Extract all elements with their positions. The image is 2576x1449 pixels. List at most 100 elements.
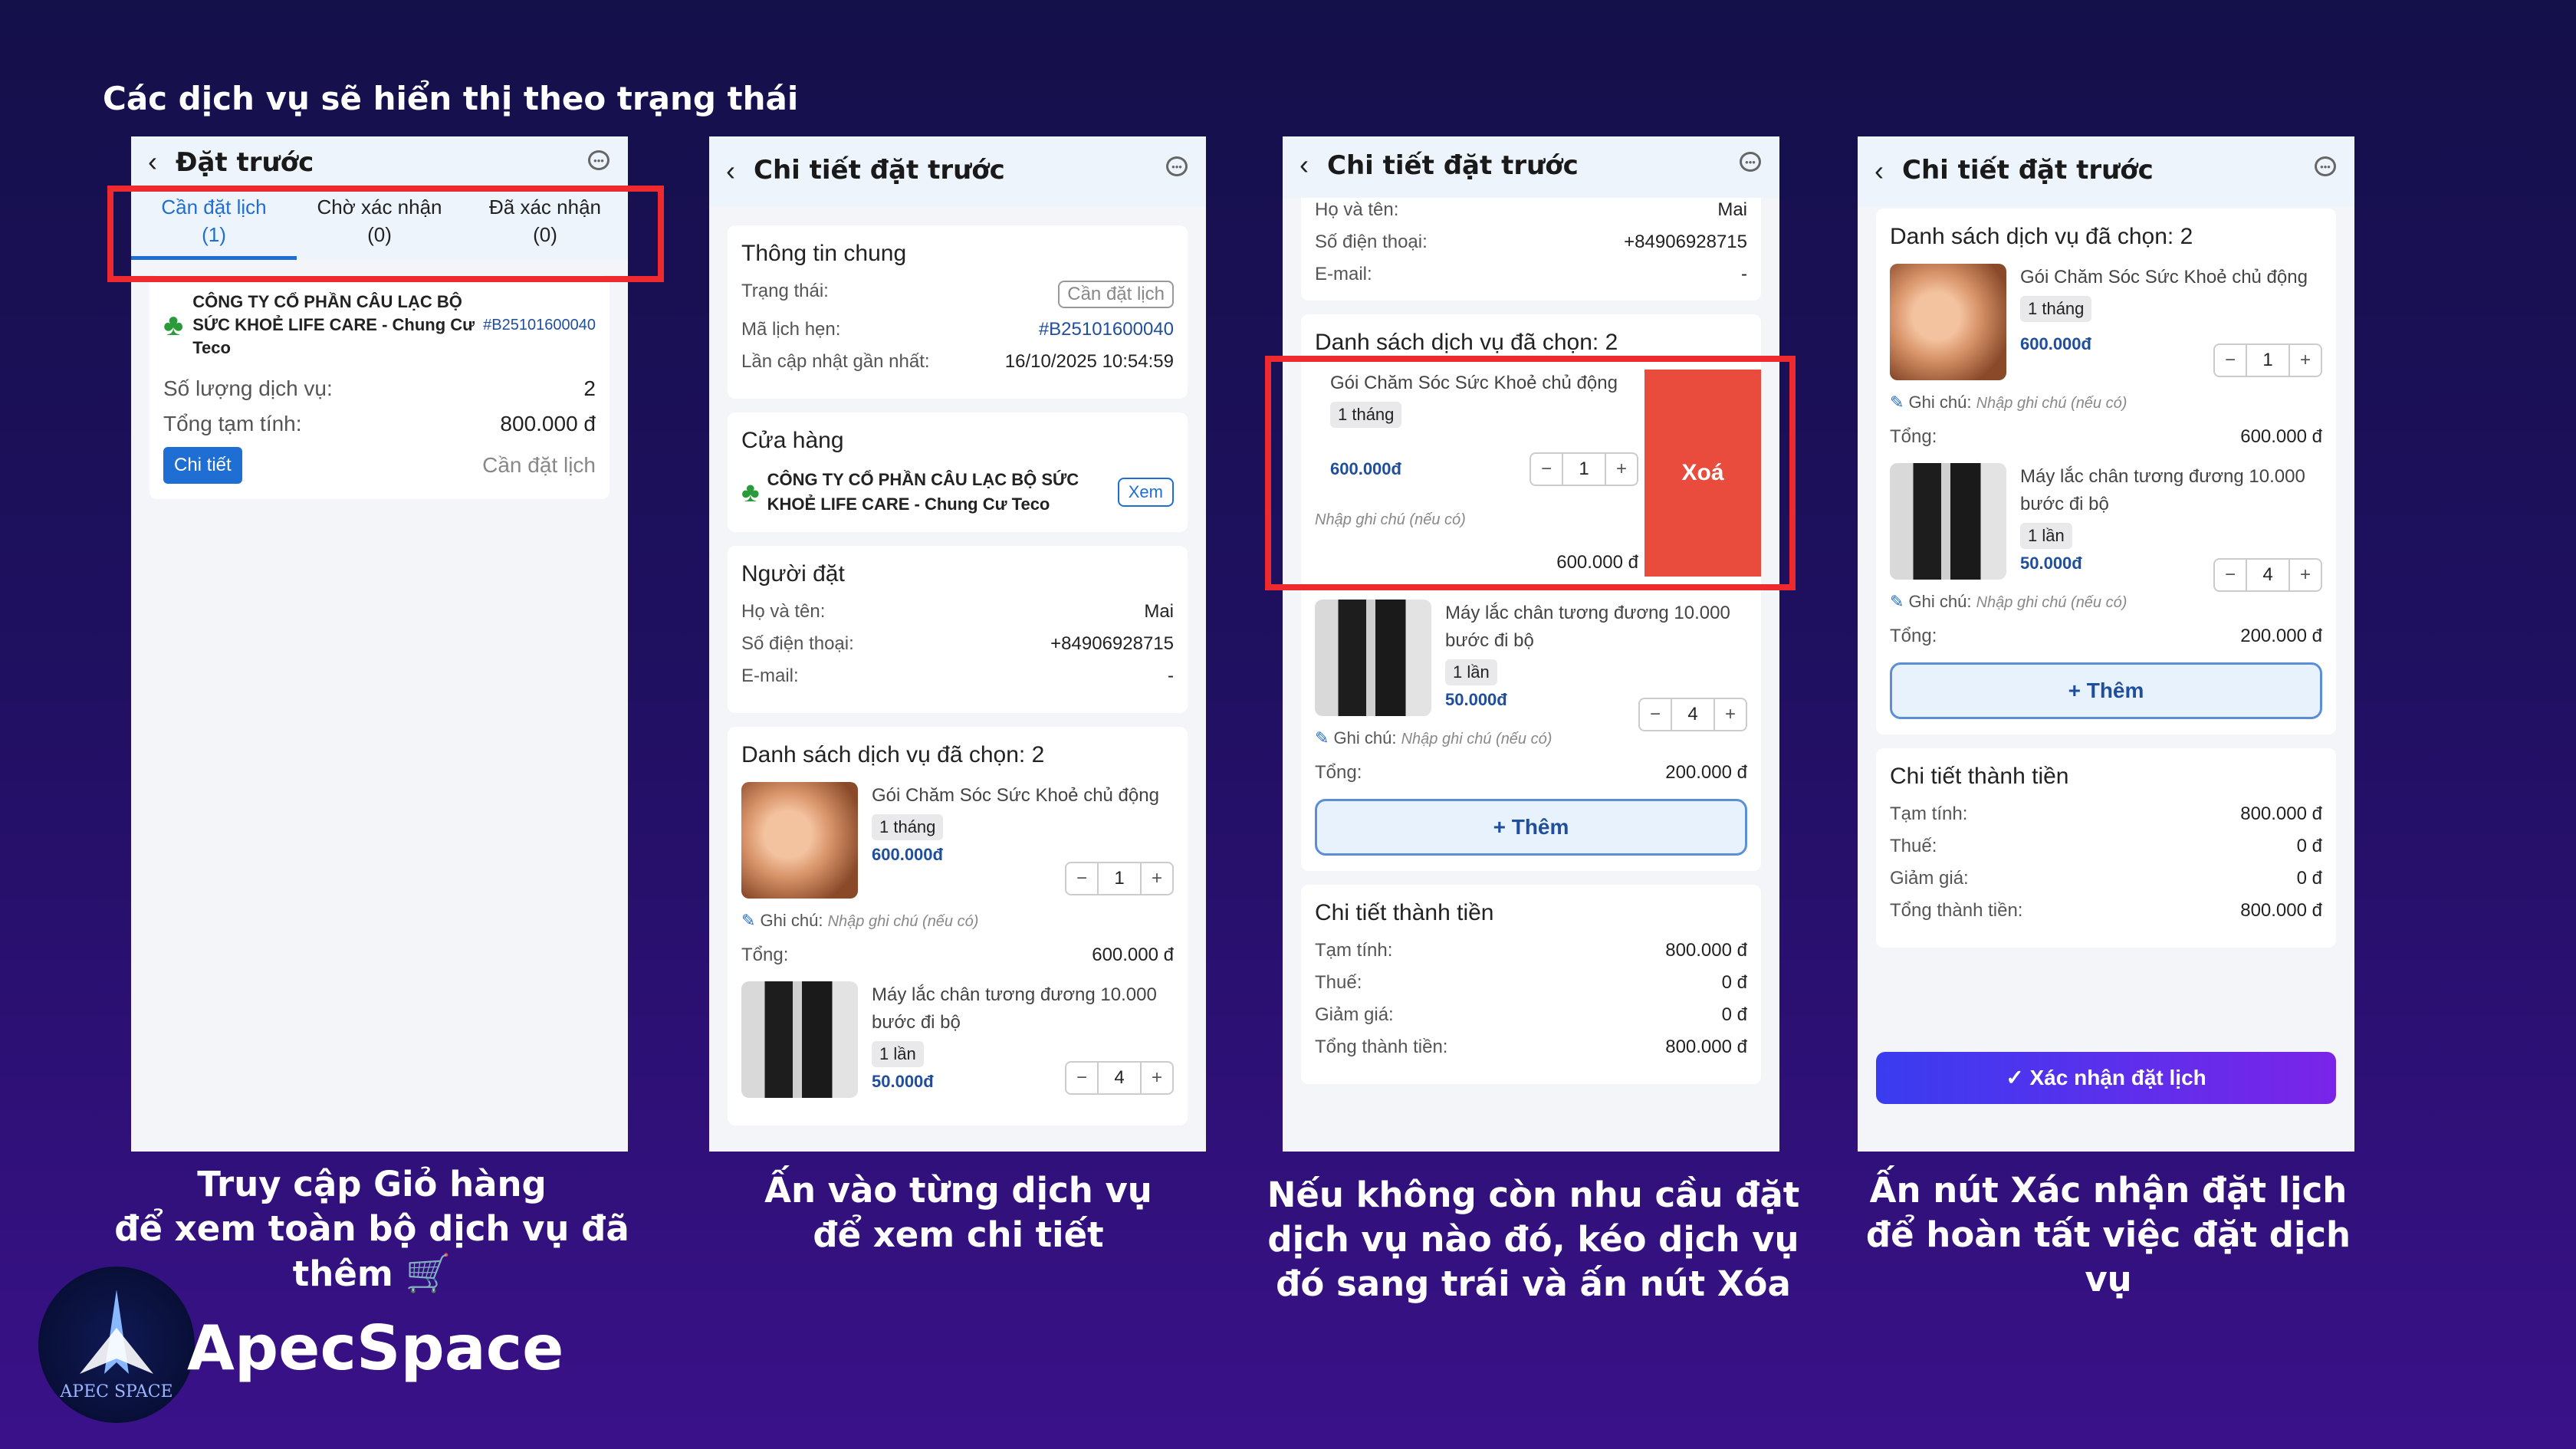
minus-icon[interactable]: − — [1066, 1063, 1097, 1093]
tax-value: 0 đ — [1721, 972, 1747, 993]
screen-cart-list: ‹ Đặt trước ••• Cần đặt lịch (1) Chờ xác … — [131, 136, 628, 1152]
minus-icon[interactable]: − — [2215, 345, 2246, 376]
service-item[interactable]: Máy lắc chân tương đương 10.000 bước đi … — [741, 981, 1174, 1098]
quantity-stepper[interactable]: −4 + — [1065, 1061, 1174, 1095]
duration-pill: 1 tháng — [2020, 296, 2092, 322]
note-field[interactable]: ✎ Ghi chú: Nhập ghi chú (nếu có) — [741, 911, 1174, 931]
rocket-icon: APEC SPACE — [59, 1290, 173, 1401]
quantity-value: 1 — [2246, 345, 2290, 376]
service-name: Máy lắc chân tương đương 10.000 bước đi … — [872, 984, 1157, 1033]
screen-title: Chi tiết đặt trước — [1327, 150, 1579, 181]
top-bar: ‹ Chi tiết đặt trước ••• — [709, 136, 1206, 207]
service-name: Máy lắc chân tương đương 10.000 bước đi … — [1445, 603, 1730, 651]
duration-pill: 1 lần — [2020, 523, 2072, 549]
plus-icon[interactable]: + — [2290, 560, 2321, 590]
quantity-stepper[interactable]: −4 + — [1638, 698, 1747, 731]
screen-title: Chi tiết đặt trước — [754, 155, 1005, 186]
item-total-value: 600.000 đ — [2240, 426, 2322, 447]
update-value: 16/10/2025 10:54:59 — [1004, 351, 1174, 372]
quantity-value: 4 — [1097, 1063, 1142, 1093]
service-name: Gói Chăm Sóc Sức Khoẻ chủ động — [872, 785, 1159, 806]
email-label: E-mail: — [741, 665, 799, 686]
note-field[interactable]: ✎ Ghi chú: Nhập ghi chú (nếu có) — [1890, 393, 2322, 412]
duration-pill: 1 lần — [872, 1041, 924, 1067]
plus-icon: + — [2068, 678, 2087, 702]
duration-pill: 1 tháng — [872, 814, 944, 840]
quantity-stepper[interactable]: −4 + — [2213, 558, 2322, 592]
item-total-label: Tổng: — [741, 945, 789, 965]
service-image — [741, 782, 858, 899]
add-service-button[interactable]: + Thêm — [1890, 662, 2322, 719]
code-label: Mã lịch hẹn: — [741, 319, 841, 340]
discount-label: Giảm giá: — [1890, 868, 1969, 889]
service-image — [1890, 463, 2006, 580]
quantity-stepper[interactable]: −1 + — [1065, 862, 1174, 895]
view-store-button[interactable]: Xem — [1117, 478, 1174, 507]
quantity-value: 4 — [2246, 560, 2290, 590]
discount-label: Giảm giá: — [1315, 1004, 1394, 1025]
caption-step-4: Ấn nút Xác nhận đặt lịch để hoàn tất việ… — [1865, 1170, 2351, 1300]
screen-confirm-booking: ‹ Chi tiết đặt trước ••• Danh sách dịch … — [1858, 136, 2354, 1152]
booker-title: Người đặt — [741, 561, 845, 586]
chat-icon[interactable]: ••• — [1166, 156, 1188, 176]
store-logo-icon: ♣ — [741, 476, 760, 508]
caption-step-2: Ấn vào từng dịch vụ để xem chi tiết — [764, 1170, 1152, 1255]
service-name: Máy lắc chân tương đương 10.000 bước đi … — [2020, 466, 2305, 514]
add-service-button[interactable]: + Thêm — [1315, 799, 1747, 856]
booking-card[interactable]: ♣ CÔNG TY CỔ PHẦN CÂU LẠC BỘ SỨC KHOẺ LI… — [150, 275, 610, 499]
tax-value: 0 đ — [2296, 836, 2322, 856]
caption-step-3: Nếu không còn nhu cầu đặt dịch vụ nào đó… — [1267, 1175, 1800, 1304]
chat-icon[interactable]: ••• — [2315, 156, 2336, 176]
quantity-stepper[interactable]: −1 + — [2213, 343, 2322, 377]
service-item[interactable]: Máy lắc chân tương đương 10.000 bước đi … — [1890, 463, 2322, 592]
plus-icon[interactable]: + — [1142, 1063, 1172, 1093]
discount-value: 0 đ — [1721, 1004, 1747, 1025]
tax-label: Thuế: — [1315, 972, 1362, 993]
page-heading: Các dịch vụ sẽ hiển thị theo trạng thái — [103, 80, 799, 117]
back-icon[interactable]: ‹ — [148, 146, 157, 178]
back-icon[interactable]: ‹ — [1300, 149, 1309, 181]
note-field[interactable]: ✎ Ghi chú: Nhập ghi chú (nếu có) — [1890, 592, 2322, 612]
confirm-booking-button[interactable]: ✓ Xác nhận đặt lịch — [1876, 1052, 2336, 1104]
company-name: CÔNG TY CỔ PHẦN CÂU LẠC BỘ SỨC KHOẺ LIFE… — [192, 292, 475, 357]
item-total-value: 600.000 đ — [1092, 945, 1174, 965]
minus-icon[interactable]: − — [1640, 699, 1671, 730]
store-card: Cửa hàng ♣ CÔNG TY CỔ PHẦN CÂU LẠC BỘ SỨ… — [728, 412, 1188, 532]
plus-icon[interactable]: + — [2290, 345, 2321, 376]
screen-title: Đặt trước — [176, 147, 314, 178]
detail-button[interactable]: Chi tiết — [163, 447, 242, 484]
back-icon[interactable]: ‹ — [1875, 155, 1884, 187]
general-info-card: Thông tin chung Trạng thái: Cần đặt lịch … — [728, 225, 1188, 399]
service-item[interactable]: Gói Chăm Sóc Sức Khoẻ chủ động 1 tháng 6… — [741, 782, 1174, 899]
total-value: 800.000 đ — [500, 412, 596, 435]
screen-booking-detail: ‹ Chi tiết đặt trước ••• Thông tin chung… — [709, 136, 1206, 1152]
minus-icon[interactable]: − — [2215, 560, 2246, 590]
plus-icon[interactable]: + — [1715, 699, 1746, 730]
grand-total-value: 800.000 đ — [2240, 900, 2322, 921]
chat-icon[interactable]: ••• — [1740, 152, 1761, 172]
status-badge: Cần đặt lịch — [1058, 281, 1174, 308]
status-text: Cần đặt lịch — [482, 453, 596, 477]
back-icon[interactable]: ‹ — [726, 155, 735, 187]
qty-value: 2 — [583, 376, 596, 400]
chat-icon[interactable]: ••• — [588, 150, 610, 170]
service-item[interactable]: Máy lắc chân tương đương 10.000 bước đi … — [1315, 600, 1747, 731]
service-item[interactable]: Gói Chăm Sóc Sức Khoẻ chủ động 1 tháng 6… — [1890, 264, 2322, 380]
name-label: Họ và tên: — [741, 601, 826, 622]
summary-title: Chi tiết thành tiền — [1315, 900, 1494, 925]
subtotal-value: 800.000 đ — [1665, 940, 1747, 961]
phone-label: Số điện thoại: — [1315, 232, 1428, 252]
subtotal-value: 800.000 đ — [2240, 803, 2322, 824]
store-logo-icon: ♣ — [163, 307, 184, 342]
plus-icon: + — [1493, 815, 1512, 839]
item-total-value: 200.000 đ — [1665, 762, 1747, 783]
plus-icon[interactable]: + — [1142, 863, 1172, 894]
services-card: Danh sách dịch vụ đã chọn: 2 Gói Chăm Só… — [728, 727, 1188, 1125]
minus-icon[interactable]: − — [1066, 863, 1097, 894]
grand-total-label: Tổng thành tiền: — [1315, 1037, 1448, 1057]
email-label: E-mail: — [1315, 264, 1372, 284]
general-title: Thông tin chung — [741, 241, 907, 266]
quantity-value: 1 — [1097, 863, 1142, 894]
phone-value: +84906928715 — [1624, 232, 1747, 252]
svg-text:APEC SPACE: APEC SPACE — [59, 1382, 172, 1401]
